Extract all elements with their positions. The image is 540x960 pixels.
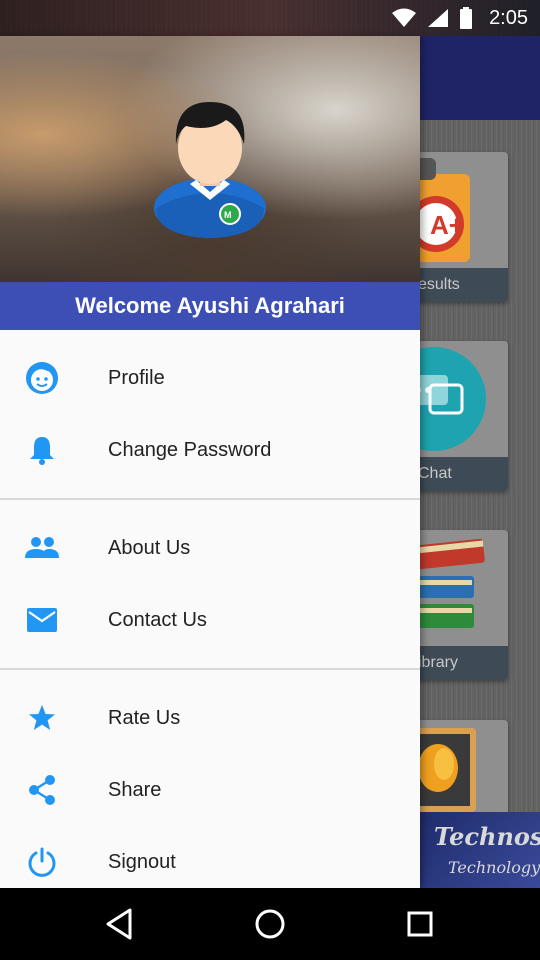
welcome-banner: Welcome Ayushi Agrahari bbox=[0, 282, 420, 330]
menu-item-share[interactable]: Share bbox=[0, 754, 420, 826]
face-icon bbox=[24, 360, 60, 396]
recents-icon[interactable] bbox=[402, 906, 438, 942]
menu-item-contact-us[interactable]: Contact Us bbox=[0, 584, 420, 656]
drawer-divider bbox=[0, 668, 420, 670]
navigation-drawer: M Welcome Ayushi Agrahari Profile Change… bbox=[0, 36, 420, 888]
menu-item-label: Signout bbox=[108, 850, 176, 873]
menu-item-label: Profile bbox=[108, 366, 165, 389]
star-icon bbox=[24, 700, 60, 736]
drawer-header: M bbox=[0, 36, 420, 282]
bell-icon bbox=[24, 432, 60, 468]
back-icon[interactable] bbox=[102, 906, 138, 942]
avatar[interactable]: M bbox=[150, 96, 270, 242]
brand-line-1: Technosoft bbox=[434, 822, 540, 851]
menu-item-label: Change Password bbox=[108, 438, 272, 461]
menu-item-change-password[interactable]: Change Password bbox=[0, 414, 420, 486]
people-icon bbox=[24, 530, 60, 566]
mail-icon bbox=[24, 602, 60, 638]
share-icon bbox=[24, 772, 60, 808]
power-icon bbox=[24, 844, 60, 880]
menu-item-label: Share bbox=[108, 778, 162, 801]
home-icon[interactable] bbox=[252, 906, 288, 942]
battery-icon bbox=[460, 7, 473, 29]
system-nav-bar bbox=[0, 888, 540, 960]
menu-item-profile[interactable]: Profile bbox=[0, 342, 420, 414]
cell-signal-icon bbox=[428, 9, 449, 27]
drawer-section-actions: Rate Us Share Signout bbox=[0, 682, 420, 898]
menu-item-label: About Us bbox=[108, 536, 191, 559]
menu-item-label: Contact Us bbox=[108, 608, 207, 631]
menu-item-label: Rate Us bbox=[108, 706, 181, 729]
svg-text:A+: A+ bbox=[430, 210, 464, 240]
menu-item-about-us[interactable]: About Us bbox=[0, 512, 420, 584]
drawer-section-account: Profile Change Password bbox=[0, 330, 420, 486]
drawer-divider bbox=[0, 498, 420, 500]
menu-item-rate-us[interactable]: Rate Us bbox=[0, 682, 420, 754]
svg-text:M: M bbox=[224, 210, 232, 220]
status-clock: 2:05 bbox=[489, 6, 528, 29]
wifi-icon bbox=[392, 8, 417, 27]
status-bar: 2:05 bbox=[0, 0, 540, 36]
drawer-section-info: About Us Contact Us bbox=[0, 512, 420, 656]
technosoft-logo: Technosoft Technology bbox=[420, 812, 540, 888]
brand-line-2: Technology bbox=[448, 858, 540, 877]
